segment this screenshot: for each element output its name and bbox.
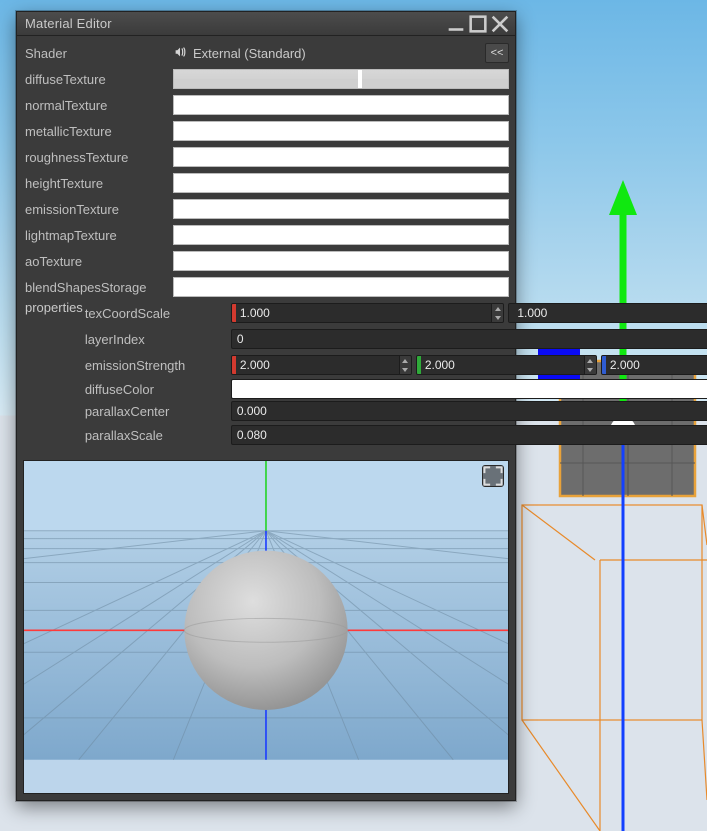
row-lightmaptexture: lightmapTexture bbox=[23, 222, 509, 248]
texcoordscale-x-input[interactable] bbox=[236, 304, 492, 322]
label-lightmaptexture: lightmapTexture bbox=[23, 228, 173, 243]
row-normaltexture: normalTexture bbox=[23, 92, 509, 118]
label-properties: properties bbox=[25, 300, 83, 315]
emission-g[interactable] bbox=[416, 355, 597, 375]
spinner-arrows[interactable] bbox=[584, 356, 596, 374]
label-texcoordscale: texCoordScale bbox=[83, 306, 231, 321]
row-texcoordscale: texCoordScale bbox=[83, 300, 707, 326]
parallaxcenter-input[interactable] bbox=[231, 401, 707, 421]
texslot-lightmaptexture[interactable] bbox=[173, 225, 509, 245]
label-heighttexture: heightTexture bbox=[23, 176, 173, 191]
row-diffusetexture: diffuseTexture bbox=[23, 66, 509, 92]
row-parallaxscale: parallaxScale bbox=[83, 422, 707, 448]
emission-r[interactable] bbox=[231, 355, 412, 375]
material-editor-panel: Material Editor Shader External (Standar… bbox=[16, 11, 516, 801]
property-grid: Shader External (Standard) << diffuseTex… bbox=[17, 36, 515, 456]
emission-g-input[interactable] bbox=[421, 356, 584, 374]
shader-name[interactable]: External (Standard) bbox=[193, 46, 479, 61]
preview-render bbox=[24, 461, 508, 760]
row-layerindex: layerIndex bbox=[83, 326, 707, 352]
expand-icon bbox=[483, 466, 503, 486]
audio-icon bbox=[173, 45, 187, 62]
row-parallaxcenter: parallaxCenter bbox=[83, 400, 707, 422]
row-roughnesstexture: roughnessTexture bbox=[23, 144, 509, 170]
texslot-emissiontexture[interactable] bbox=[173, 199, 509, 219]
row-diffusecolor: diffuseColor bbox=[83, 378, 707, 400]
close-icon bbox=[489, 13, 511, 35]
preview-expand-button[interactable] bbox=[482, 465, 504, 487]
row-properties: properties texCoordScale bbox=[23, 300, 509, 448]
emission-r-input[interactable] bbox=[236, 356, 399, 374]
maximize-icon bbox=[467, 13, 489, 35]
texslot-blendshapesstorage[interactable] bbox=[173, 277, 509, 297]
texslot-metallictexture[interactable] bbox=[173, 121, 509, 141]
spinner-arrows[interactable] bbox=[491, 304, 503, 322]
texcoordscale-x[interactable] bbox=[231, 303, 505, 323]
texslot-diffusetexture[interactable] bbox=[173, 69, 509, 89]
close-button[interactable] bbox=[489, 15, 511, 33]
label-emissionstrength: emissionStrength bbox=[83, 358, 231, 373]
label-parallaxcenter: parallaxCenter bbox=[83, 404, 231, 419]
texcoordscale-y[interactable] bbox=[508, 303, 707, 323]
label-emissiontexture: emissionTexture bbox=[23, 202, 173, 217]
emission-b-input[interactable] bbox=[606, 356, 707, 374]
label-roughnesstexture: roughnessTexture bbox=[23, 150, 173, 165]
texslot-heighttexture[interactable] bbox=[173, 173, 509, 193]
label-blendshapesstorage: blendShapesStorage bbox=[23, 280, 173, 295]
minimize-button[interactable] bbox=[445, 15, 467, 33]
label-parallaxscale: parallaxScale bbox=[83, 428, 231, 443]
label-diffusecolor: diffuseColor bbox=[83, 382, 231, 397]
label-normaltexture: normalTexture bbox=[23, 98, 173, 113]
row-blendshapesstorage: blendShapesStorage bbox=[23, 274, 509, 300]
label-diffusetexture: diffuseTexture bbox=[23, 72, 173, 87]
titlebar[interactable]: Material Editor bbox=[17, 12, 515, 36]
chevron-left-icon: << bbox=[491, 47, 504, 59]
label-layerindex: layerIndex bbox=[83, 332, 231, 347]
maximize-button[interactable] bbox=[467, 15, 489, 33]
spinner-arrows[interactable] bbox=[399, 356, 411, 374]
parallaxscale-input[interactable] bbox=[231, 425, 707, 445]
label-shader: Shader bbox=[23, 46, 173, 61]
texslot-aotexture[interactable] bbox=[173, 251, 509, 271]
emission-b[interactable] bbox=[601, 355, 707, 375]
row-emissionstrength: emissionStrength bbox=[83, 352, 707, 378]
label-aotexture: aoTexture bbox=[23, 254, 173, 269]
texcoordscale-y-input[interactable] bbox=[513, 304, 707, 322]
row-aotexture: aoTexture bbox=[23, 248, 509, 274]
minimize-icon bbox=[445, 13, 467, 35]
label-metallictexture: metallicTexture bbox=[23, 124, 173, 139]
layerindex-input[interactable] bbox=[231, 329, 707, 349]
wireframe-bounds bbox=[522, 505, 707, 831]
material-preview[interactable] bbox=[23, 460, 509, 794]
shader-back-button[interactable]: << bbox=[485, 43, 509, 63]
row-heighttexture: heightTexture bbox=[23, 170, 509, 196]
row-shader: Shader External (Standard) << bbox=[23, 40, 509, 66]
texslot-roughnesstexture[interactable] bbox=[173, 147, 509, 167]
window-title: Material Editor bbox=[25, 16, 112, 31]
row-metallictexture: metallicTexture bbox=[23, 118, 509, 144]
texslot-normaltexture[interactable] bbox=[173, 95, 509, 115]
diffusecolor-swatch[interactable] bbox=[231, 379, 707, 399]
row-emissiontexture: emissionTexture bbox=[23, 196, 509, 222]
